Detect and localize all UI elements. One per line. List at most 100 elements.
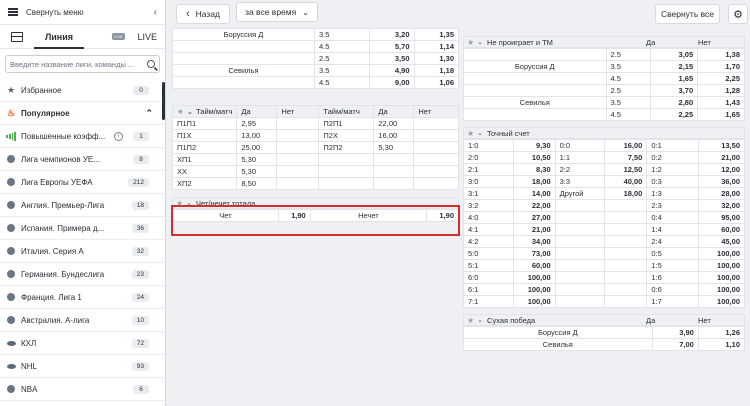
market-header[interactable]: ★ ⌄ Точный счет bbox=[463, 127, 745, 139]
market-header[interactable]: ★ ⌄ Сухая победа Да Нет bbox=[463, 314, 745, 326]
odds-cell[interactable]: 60,00 bbox=[698, 223, 745, 236]
star-icon[interactable]: ★ bbox=[467, 38, 474, 47]
odds-cell[interactable]: 3,05 bbox=[650, 48, 699, 61]
odds-cell[interactable]: 100,00 bbox=[698, 295, 745, 308]
odds-cell[interactable]: 4,90 bbox=[369, 64, 415, 77]
odds-cell[interactable]: 14,00 bbox=[512, 187, 556, 200]
odds-cell[interactable]: 18,00 bbox=[512, 175, 556, 188]
market-header[interactable]: ★ ⌄ Не проиграет и ТМ Да Нет bbox=[463, 36, 745, 48]
odds-cell[interactable]: 36,00 bbox=[698, 175, 745, 188]
odds-cell[interactable]: 3,20 bbox=[369, 28, 415, 41]
odds-cell[interactable] bbox=[604, 223, 648, 236]
odds-cell[interactable]: 12,00 bbox=[698, 163, 745, 176]
odds-cell[interactable]: 3,50 bbox=[369, 52, 415, 65]
odds-cell[interactable]: 5,70 bbox=[369, 40, 415, 53]
odds-cell[interactable]: 34,00 bbox=[512, 235, 556, 248]
star-icon[interactable]: ★ bbox=[467, 129, 474, 138]
list-icon[interactable] bbox=[0, 25, 34, 49]
star-icon[interactable]: ★ bbox=[177, 107, 184, 116]
odds-cell[interactable]: 1,10 bbox=[697, 338, 746, 351]
odds-cell[interactable]: 2,25 bbox=[697, 72, 745, 85]
sidebar-item[interactable]: Германия. Бундеслига 23 bbox=[0, 263, 165, 286]
odds-cell[interactable]: 16,00 bbox=[604, 139, 648, 152]
sidebar-item[interactable]: Англия. Премьер-Лига 18 bbox=[0, 194, 165, 217]
info-icon[interactable]: i bbox=[114, 131, 123, 141]
sidebar-item[interactable]: Лига чемпионов УЕ... 8 bbox=[0, 148, 165, 171]
odds-cell[interactable]: 10,50 bbox=[512, 151, 556, 164]
odds-cell[interactable]: 2,25 bbox=[650, 108, 699, 121]
odds-cell[interactable]: 1,43 bbox=[697, 96, 745, 109]
odds-cell[interactable]: 18,00 bbox=[604, 187, 648, 200]
odds-cell[interactable] bbox=[604, 271, 648, 284]
odds-cell[interactable]: 1,30 bbox=[413, 52, 459, 65]
sidebar-item[interactable]: Австралия. А-лига 10 bbox=[0, 309, 165, 332]
odds-cell[interactable]: 7,50 bbox=[604, 151, 648, 164]
sidebar-item[interactable]: Повышенные коэфф... i 1 bbox=[0, 125, 165, 148]
odds-cell[interactable]: 1,14 bbox=[413, 40, 459, 53]
odds-cell[interactable]: 40,00 bbox=[604, 175, 648, 188]
odds-cell[interactable]: 100,00 bbox=[698, 247, 745, 260]
odds-cell[interactable]: 22,00 bbox=[512, 199, 556, 212]
scrollbar[interactable] bbox=[162, 82, 165, 120]
market-header[interactable]: ★ ⌄ Тайм/матч bbox=[171, 105, 238, 118]
odds-cell[interactable]: 1,38 bbox=[697, 48, 745, 61]
sidebar-item[interactable]: NBA 6 bbox=[0, 378, 165, 401]
odds-cell[interactable] bbox=[604, 295, 648, 308]
odds-cell[interactable]: 8,30 bbox=[512, 163, 556, 176]
odds-cell[interactable] bbox=[604, 247, 648, 260]
odds-cell[interactable]: 1,65 bbox=[650, 72, 699, 85]
sidebar-item[interactable]: NHL 93 bbox=[0, 355, 165, 378]
odds-cell[interactable]: 73,00 bbox=[512, 247, 556, 260]
odds-cell[interactable]: 27,00 bbox=[512, 211, 556, 224]
odds-cell[interactable]: 1,35 bbox=[413, 28, 459, 41]
odds-cell[interactable]: 1,26 bbox=[697, 326, 746, 339]
odds-cell[interactable] bbox=[604, 283, 648, 296]
odds-cell[interactable]: 1,65 bbox=[697, 108, 745, 121]
odds-cell[interactable]: 95,00 bbox=[698, 211, 745, 224]
odds-cell[interactable]: 3,90 bbox=[651, 326, 699, 339]
back-button[interactable]: ‹ Назад bbox=[176, 4, 230, 24]
odds-cell[interactable] bbox=[604, 235, 648, 248]
gear-icon[interactable]: ⚙ bbox=[728, 4, 748, 24]
sidebar-item[interactable]: КХЛ 72 bbox=[0, 332, 165, 355]
odds-cell[interactable]: 1,18 bbox=[413, 64, 459, 77]
odds-cell[interactable]: 100,00 bbox=[698, 271, 745, 284]
odds-cell[interactable]: 13,50 bbox=[698, 139, 745, 152]
odds-cell[interactable] bbox=[604, 199, 648, 212]
odds-cell[interactable]: 9,30 bbox=[512, 139, 556, 152]
sidebar-item[interactable]: Испания. Примера д... 36 bbox=[0, 217, 165, 240]
sidebar-item[interactable]: Лига Европы УЕФА 212 bbox=[0, 171, 165, 194]
tab-live[interactable]: LIVE bbox=[137, 32, 157, 42]
odds-cell[interactable]: 1,06 bbox=[413, 76, 459, 89]
odds-cell[interactable]: 100,00 bbox=[698, 259, 745, 272]
sidebar-item[interactable]: ★ Избранное 0 bbox=[0, 79, 165, 102]
odds-cell[interactable]: 12,50 bbox=[604, 163, 648, 176]
odds-cell[interactable] bbox=[604, 211, 648, 224]
odds-cell[interactable]: 2,80 bbox=[650, 96, 699, 109]
odds-cell[interactable]: 100,00 bbox=[512, 271, 556, 284]
odds-cell[interactable]: 2,15 bbox=[650, 60, 699, 73]
star-icon[interactable]: ★ bbox=[467, 316, 474, 325]
odds-cell[interactable]: 45,00 bbox=[698, 235, 745, 248]
search-input[interactable]: Введите название лиги, команды ... bbox=[5, 55, 160, 73]
odds-cell[interactable]: 1,28 bbox=[697, 84, 745, 97]
chevron-up-icon[interactable]: ⌃ bbox=[145, 108, 153, 119]
sidebar-item[interactable]: Франция. Лига 1 24 bbox=[0, 286, 165, 309]
tab-line[interactable]: Линия bbox=[34, 25, 84, 49]
odds-cell[interactable]: 9,00 bbox=[369, 76, 415, 89]
odds-cell[interactable]: 100,00 bbox=[512, 283, 556, 296]
collapse-all-button[interactable]: Свернуть все bbox=[655, 4, 720, 24]
odds-cell[interactable]: 60,00 bbox=[512, 259, 556, 272]
odds-cell[interactable] bbox=[604, 259, 648, 272]
odds-cell[interactable]: 32,00 bbox=[698, 199, 745, 212]
collapse-menu-button[interactable]: Свернуть меню ‹ bbox=[0, 0, 165, 25]
odds-cell[interactable]: 7,00 bbox=[651, 338, 699, 351]
odds-cell[interactable]: 100,00 bbox=[512, 295, 556, 308]
odds-cell[interactable]: 100,00 bbox=[698, 283, 745, 296]
odds-cell[interactable]: 21,00 bbox=[698, 151, 745, 164]
odds-cell[interactable]: 3,70 bbox=[650, 84, 699, 97]
sidebar-item[interactable]: Италия. Серия А 32 bbox=[0, 240, 165, 263]
odds-cell[interactable]: 1,70 bbox=[697, 60, 745, 73]
odds-cell[interactable]: 21,00 bbox=[512, 223, 556, 236]
sidebar-item[interactable]: ♨ Популярное ⌃ bbox=[0, 102, 165, 125]
